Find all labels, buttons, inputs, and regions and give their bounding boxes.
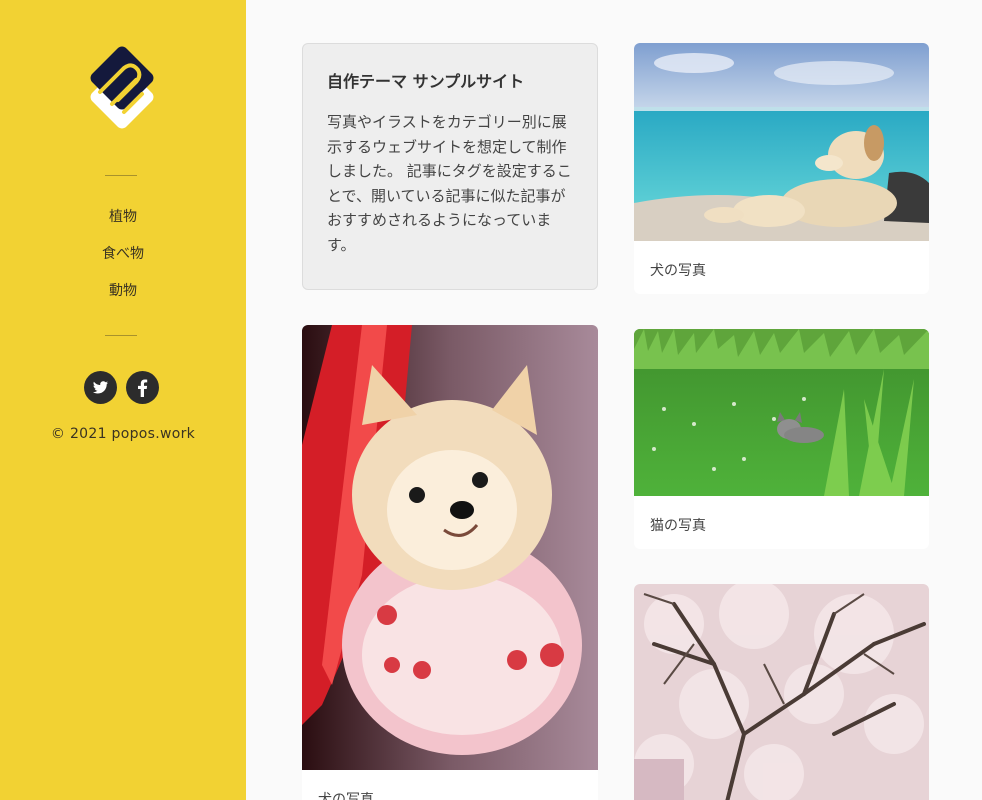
post-card-cat[interactable]: 猫の写真 xyxy=(634,329,929,549)
post-card-pomeranian[interactable]: 犬の写真 xyxy=(302,325,598,800)
cherry-blossom-photo xyxy=(634,584,929,800)
nav-item-plants[interactable]: 植物 xyxy=(0,206,246,243)
intro-title: 自作テーマ サンプルサイト xyxy=(327,72,525,91)
nav-item-food[interactable]: 食べ物 xyxy=(0,243,246,280)
cat-photo xyxy=(634,329,929,496)
category-nav: 植物 食べ物 動物 xyxy=(0,206,246,317)
divider-top xyxy=(105,175,137,176)
card-caption: 犬の写真 xyxy=(318,792,374,800)
copyright: © 2021 popos.work xyxy=(50,426,196,442)
post-card-dog-beach[interactable]: 犬の写真 xyxy=(634,43,929,294)
nav-item-animals[interactable]: 動物 xyxy=(0,280,246,317)
card-caption: 猫の写真 xyxy=(650,518,706,534)
card-caption: 犬の写真 xyxy=(650,263,706,279)
facebook-icon[interactable] xyxy=(126,371,159,404)
post-card-cherry-blossom[interactable] xyxy=(634,584,929,800)
logo-icon xyxy=(90,46,154,129)
dog-beach-photo xyxy=(634,43,929,241)
pomeranian-photo xyxy=(302,325,598,770)
social-links xyxy=(84,371,164,405)
divider-bottom xyxy=(105,335,137,336)
intro-body: 写真やイラストをカテゴリー別に展示するウェブサイトを想定して制作しました。 記事… xyxy=(327,113,572,254)
sidebar: 植物 食べ物 動物 © 2021 popos.work xyxy=(0,0,246,800)
intro-card: 自作テーマ サンプルサイト 写真やイラストをカテゴリー別に展示するウェブサイトを… xyxy=(302,43,598,290)
twitter-icon[interactable] xyxy=(84,371,117,404)
